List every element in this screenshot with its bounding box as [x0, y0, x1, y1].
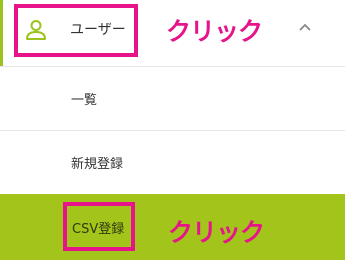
highlight-box-user: [14, 4, 138, 57]
sidebar-subitem-new[interactable]: 新規登録: [0, 130, 345, 194]
click-annotation-csv: クリック: [168, 218, 265, 247]
highlight-box-csv: [63, 202, 135, 251]
chevron-up-icon[interactable]: [298, 22, 312, 32]
sidebar-subitem-list-label: 一覧: [71, 93, 98, 108]
click-annotation-user: クリック: [166, 17, 263, 46]
sidebar-subitem-new-label: 新規登録: [71, 157, 124, 172]
sidebar-subitem-list[interactable]: 一覧: [0, 66, 345, 130]
